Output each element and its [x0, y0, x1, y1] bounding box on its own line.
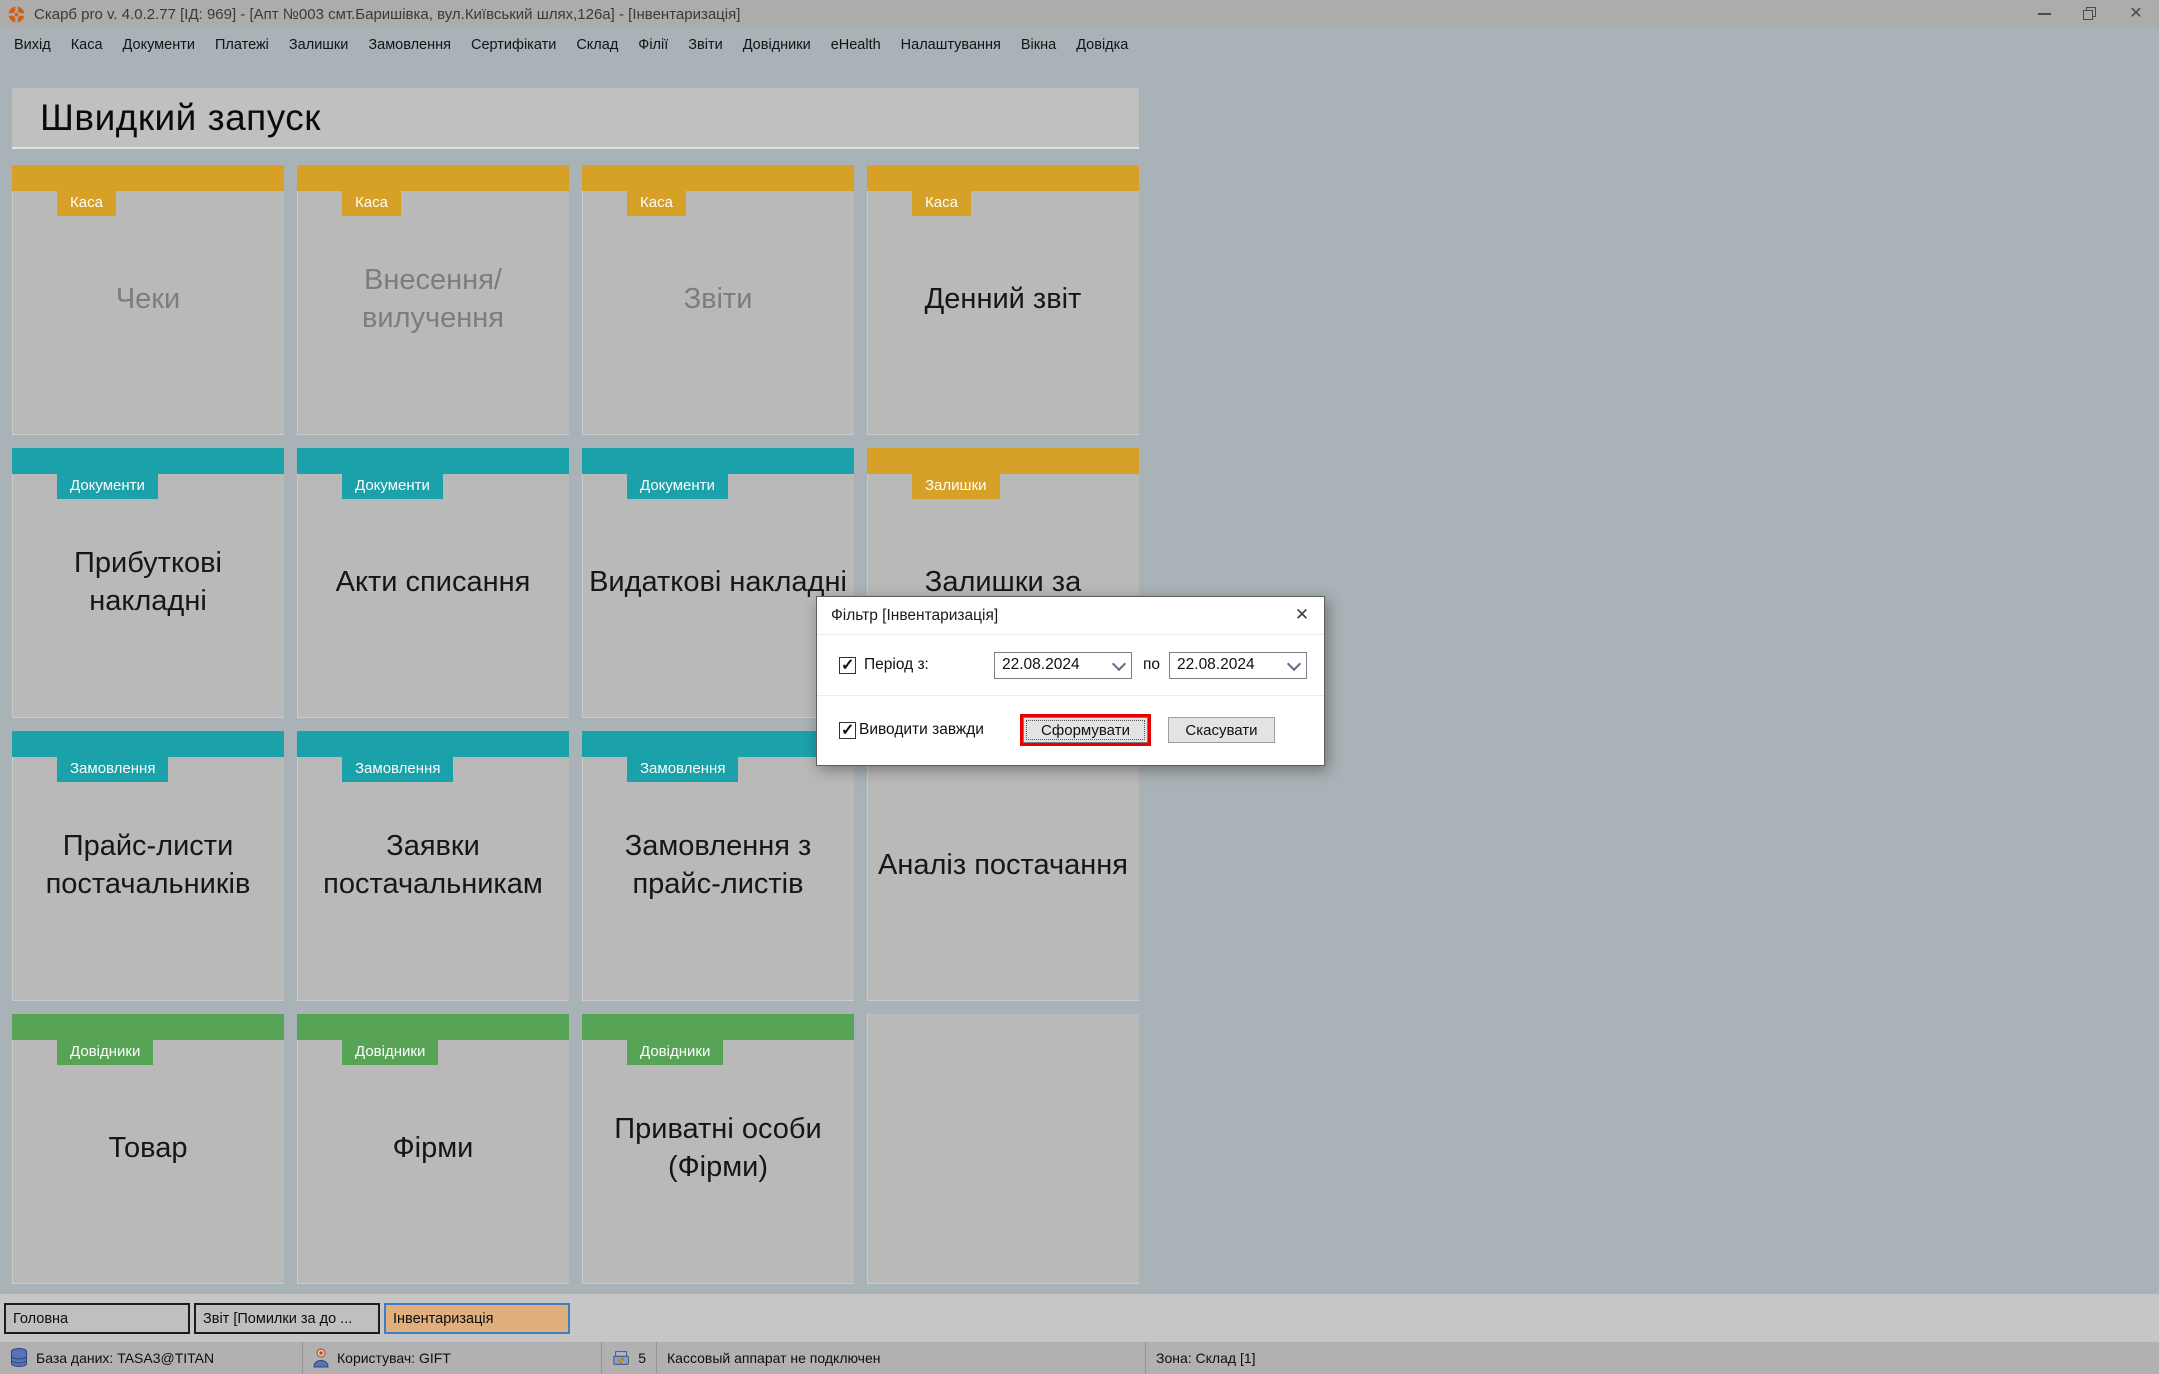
- bottom-tab-strip: ГоловнаЗвіт [Помилки за до ...Інвентариз…: [0, 1294, 2159, 1342]
- tile[interactable]: КасаЗвіти: [582, 165, 854, 435]
- tile-label: Прайс-листи постачальників: [12, 731, 284, 1001]
- tile[interactable]: КасаЧеки: [12, 165, 284, 435]
- user-label: Користувач: GIFT: [337, 1350, 451, 1366]
- status-register-section: Кассовый аппарат не подключен: [657, 1342, 1145, 1374]
- date-to-select[interactable]: 22.08.2024: [1169, 652, 1307, 679]
- menu-item[interactable]: Замовлення: [358, 37, 461, 53]
- menu-item[interactable]: Звіти: [678, 37, 732, 53]
- tile-label: Чеки: [12, 165, 284, 435]
- tab-bar: ГоловнаЗвіт [Помилки за до ...Інвентариз…: [4, 1303, 570, 1334]
- menu-item[interactable]: Вихід: [4, 37, 61, 53]
- tile[interactable]: Аналіз постачання: [867, 731, 1139, 1001]
- tab-inventory[interactable]: Інвентаризація: [384, 1303, 570, 1334]
- dialog-title: Фільтр [Інвентаризація]: [817, 607, 998, 625]
- period-to-label: по: [1143, 656, 1160, 674]
- title-bar: Скарб pro v. 4.0.2.77 [ІД: 969] - [Апт №…: [0, 0, 2159, 28]
- filter-dialog: Фільтр [Інвентаризація] ✕ Період з: 22.0…: [816, 596, 1325, 766]
- menu-item[interactable]: Довідка: [1066, 37, 1138, 53]
- status-bar: База даних: TASA3@TITAN Користувач: GIFT…: [0, 1342, 2159, 1374]
- chevron-down-icon: [1107, 659, 1131, 672]
- tile-label: Аналіз постачання: [867, 731, 1139, 1001]
- menu-item[interactable]: Довідники: [733, 37, 821, 53]
- app-window: Скарб pro v. 4.0.2.77 [ІД: 969] - [Апт №…: [0, 0, 2159, 1374]
- cancel-button[interactable]: Скасувати: [1168, 717, 1275, 743]
- tab-home[interactable]: Головна: [4, 1303, 190, 1334]
- submit-button[interactable]: Сформувати: [1023, 717, 1148, 743]
- register-status-label: Кассовый аппарат не подключен: [667, 1350, 881, 1366]
- menu-item[interactable]: eHealth: [821, 37, 891, 53]
- menu-item[interactable]: Платежі: [205, 37, 279, 53]
- page-title: Швидкий запуск: [12, 97, 321, 139]
- period-label: Період з:: [864, 656, 994, 674]
- menu-item[interactable]: Склад: [566, 37, 628, 53]
- date-from-select[interactable]: 22.08.2024: [994, 652, 1132, 679]
- click-highlight-box: Сформувати: [1020, 714, 1151, 746]
- status-database-section: База даних: TASA3@TITAN: [0, 1342, 302, 1374]
- user-icon: [313, 1348, 329, 1368]
- tile-label: Заявки постачальникам: [297, 731, 569, 1001]
- tab-report[interactable]: Звіт [Помилки за до ...: [194, 1303, 380, 1334]
- period-checkbox[interactable]: [839, 657, 856, 674]
- cash-register-icon: [612, 1349, 630, 1367]
- always-show-label: Виводити завжди: [859, 721, 1001, 739]
- tile[interactable]: КасаВнесення/вилучення: [297, 165, 569, 435]
- tile-label: Приватні особи (Фірми): [582, 1014, 854, 1284]
- minimize-button[interactable]: [2021, 0, 2067, 28]
- dialog-buttons-row: Виводити завжди Сформувати Скасувати: [817, 696, 1324, 764]
- always-show-checkbox[interactable]: [839, 722, 856, 739]
- menu-item[interactable]: Налаштування: [891, 37, 1011, 53]
- tile[interactable]: ДовідникиФірми: [297, 1014, 569, 1284]
- tile-label: Видаткові накладні: [582, 448, 854, 718]
- tile[interactable]: ДовідникиПриватні особи (Фірми): [582, 1014, 854, 1284]
- tile[interactable]: [867, 1014, 1139, 1284]
- menu-item[interactable]: Філії: [628, 37, 678, 53]
- chevron-down-icon: [1282, 659, 1306, 672]
- tile[interactable]: ЗамовленняЗамовлення з прайс-листів: [582, 731, 854, 1001]
- tile[interactable]: ЗамовленняПрайс-листи постачальників: [12, 731, 284, 1001]
- menu-item[interactable]: Вікна: [1011, 37, 1066, 53]
- restore-icon: [2083, 7, 2097, 21]
- tile-label: Фірми: [297, 1014, 569, 1284]
- menu-item[interactable]: Документи: [113, 37, 205, 53]
- database-label: База даних: TASA3@TITAN: [36, 1350, 214, 1366]
- tile-label: Акти списання: [297, 448, 569, 718]
- tile-label: Прибуткові накладні: [12, 448, 284, 718]
- period-row: Період з: 22.08.2024 по 22.08.2024: [817, 634, 1324, 696]
- close-button[interactable]: ✕: [2113, 0, 2159, 28]
- menu-item[interactable]: Сертифікати: [461, 37, 566, 53]
- menu-item[interactable]: Каса: [61, 37, 113, 53]
- date-to-value: 22.08.2024: [1170, 656, 1282, 674]
- menu-bar: ВихідКасаДокументиПлатежіЗалишкиЗамовлен…: [0, 28, 2159, 62]
- tile[interactable]: ДовідникиТовар: [12, 1014, 284, 1284]
- dialog-close-icon[interactable]: ✕: [1280, 597, 1324, 633]
- app-logo-icon: [8, 6, 25, 23]
- quick-launch-header: Швидкий запуск: [12, 88, 1139, 149]
- minimize-icon: [2038, 13, 2051, 15]
- dialog-title-bar: Фільтр [Інвентаризація] ✕: [817, 597, 1324, 634]
- tile-label: Товар: [12, 1014, 284, 1284]
- status-user-section: Користувач: GIFT: [303, 1342, 601, 1374]
- status-register-count-section: 5: [602, 1342, 656, 1374]
- tile-label: Звіти: [582, 165, 854, 435]
- tile[interactable]: ЗамовленняЗаявки постачальникам: [297, 731, 569, 1001]
- window-title: Скарб pro v. 4.0.2.77 [ІД: 969] - [Апт №…: [34, 6, 740, 23]
- status-zone-section: Зона: Склад [1]: [1146, 1342, 1266, 1374]
- tile-label: Замовлення з прайс-листів: [582, 731, 854, 1001]
- close-icon: ✕: [2129, 6, 2142, 22]
- date-from-value: 22.08.2024: [995, 656, 1107, 674]
- menu-item[interactable]: Залишки: [279, 37, 358, 53]
- tile[interactable]: ДокументиВидаткові накладні: [582, 448, 854, 718]
- restore-button[interactable]: [2067, 0, 2113, 28]
- database-icon: [10, 1348, 28, 1368]
- register-count: 5: [638, 1350, 646, 1366]
- zone-label: Зона: Склад [1]: [1156, 1350, 1256, 1366]
- tile-label: Денний звіт: [867, 165, 1139, 435]
- tile-label: Внесення/вилучення: [297, 165, 569, 435]
- tile[interactable]: КасаДенний звіт: [867, 165, 1139, 435]
- tile[interactable]: ДокументиАкти списання: [297, 448, 569, 718]
- tile[interactable]: ДокументиПрибуткові накладні: [12, 448, 284, 718]
